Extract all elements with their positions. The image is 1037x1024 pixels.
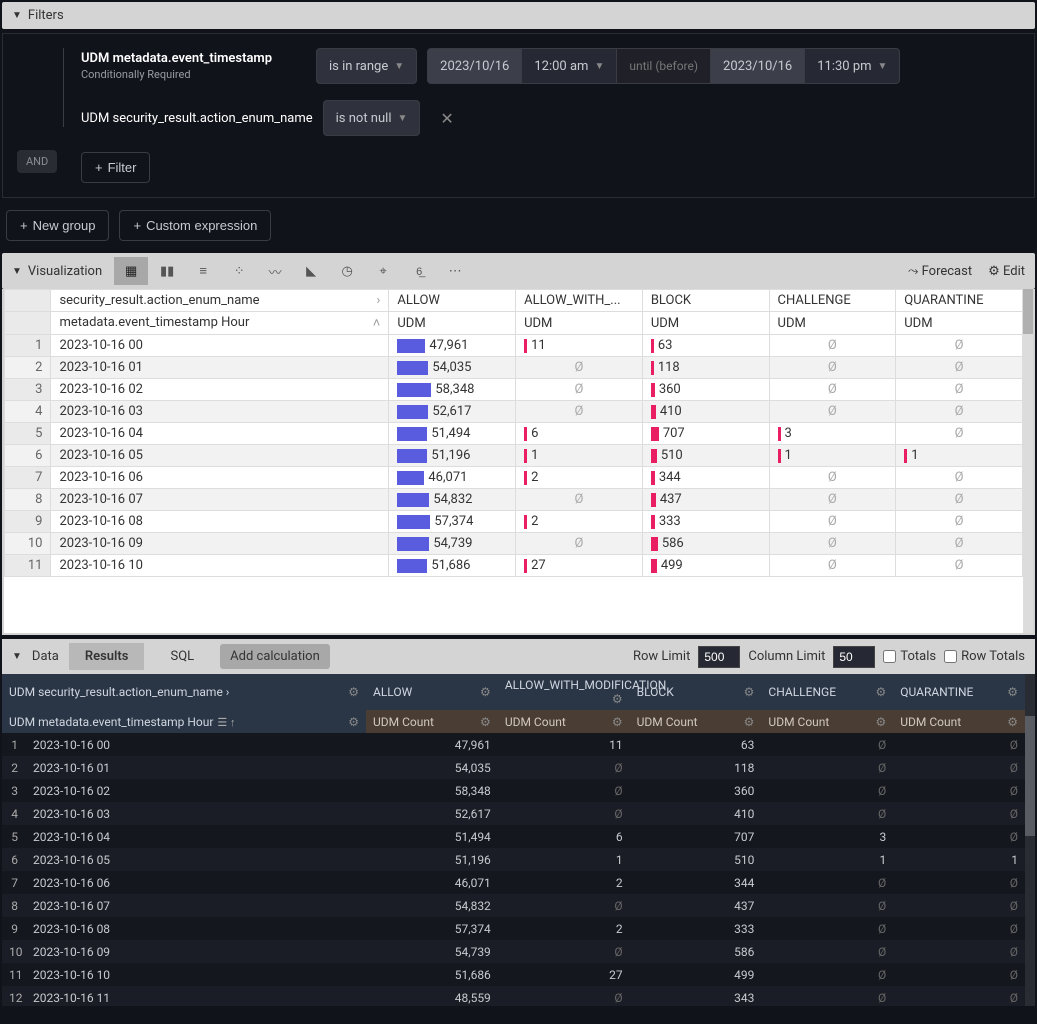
filter-operator-label: is in range (329, 59, 388, 74)
visualization-header: ▼ Visualization ▦ ▮▮ ≡ ⁘ 〰 ◣ ◷ ⌖ 6̲ ⋯ ⤳ … (2, 253, 1035, 289)
filters-title: Filters (28, 8, 64, 23)
area-viz-icon[interactable]: ◣ (294, 257, 328, 285)
table-viz-icon[interactable]: ▦ (114, 257, 148, 285)
edit-button[interactable]: ⚙ Edit (988, 264, 1025, 279)
add-filter-label: Filter (108, 160, 137, 175)
filter-actions: + New group + Custom expression (2, 198, 1035, 253)
settings-icon: ⚙ (988, 264, 1000, 279)
add-filter-button[interactable]: + Filter (81, 152, 150, 183)
bar-viz-icon[interactable]: ≡ (186, 257, 220, 285)
new-group-label: New group (33, 218, 96, 233)
row-totals-checkbox-input[interactable] (944, 650, 957, 663)
filter-field-name: UDM metadata.event_timestamp (81, 51, 306, 66)
single-value-viz-icon[interactable]: 6̲ (402, 257, 436, 285)
filters-header[interactable]: ▼ Filters (2, 2, 1035, 29)
filter-until-label: until (before) (617, 48, 711, 84)
add-calculation-button[interactable]: Add calculation (220, 644, 330, 669)
plus-icon: + (95, 160, 103, 175)
row-limit-input[interactable] (698, 646, 740, 668)
totals-checkbox[interactable]: Totals (883, 649, 936, 664)
filter-date-from[interactable]: 2023/10/16 (427, 48, 522, 84)
forecast-icon: ⤳ (908, 264, 918, 279)
date-to-value: 2023/10/16 (723, 59, 792, 74)
line-viz-icon[interactable]: 〰 (258, 257, 292, 285)
caret-down-icon[interactable]: ▼ (12, 651, 22, 662)
totals-label: Totals (900, 649, 936, 664)
until-text: until (before) (629, 59, 698, 73)
caret-down-icon: ▼ (12, 10, 22, 21)
visualization-title: Visualization (28, 264, 102, 279)
map-viz-icon[interactable]: ⌖ (366, 257, 400, 285)
and-badge: AND (17, 150, 57, 173)
column-limit-label: Column Limit (748, 649, 825, 664)
filter-field-name: UDM security_result.action_enum_name (81, 111, 313, 126)
totals-checkbox-input[interactable] (883, 650, 896, 663)
time-from-value: 12:00 am (534, 59, 588, 74)
new-group-button[interactable]: + New group (6, 210, 109, 241)
tab-results[interactable]: Results (69, 643, 145, 670)
filter-label: UDM metadata.event_timestamp Conditional… (81, 51, 306, 81)
filter-row-timestamp: UDM metadata.event_timestamp Conditional… (55, 48, 1020, 84)
plus-icon: + (20, 218, 28, 233)
filter-operator-select[interactable]: is not null ▼ (323, 100, 421, 136)
filter-row-action: UDM security_result.action_enum_name is … (55, 100, 1020, 136)
caret-down-icon[interactable]: ▼ (12, 266, 22, 277)
plus-icon: + (133, 218, 141, 233)
row-limit-label: Row Limit (633, 649, 690, 664)
column-viz-icon[interactable]: ▮▮ (150, 257, 184, 285)
chevron-down-icon: ▼ (397, 113, 407, 124)
remove-filter-icon[interactable]: ✕ (440, 109, 453, 128)
forecast-label: Forecast (922, 264, 972, 279)
forecast-button[interactable]: ⤳ Forecast (908, 264, 972, 279)
data-scrollbar[interactable] (1025, 674, 1035, 1006)
chevron-down-icon: ▼ (594, 61, 604, 72)
data-table: UDM security_result.action_enum_name › ⚙… (2, 674, 1025, 1006)
scrollbar-thumb[interactable] (1025, 716, 1035, 836)
filter-operator-label: is not null (336, 111, 392, 126)
filter-field-sublabel: Conditionally Required (81, 68, 306, 81)
filter-time-to[interactable]: 11:30 pm ▼ (805, 48, 900, 84)
custom-expression-label: Custom expression (146, 218, 257, 233)
filters-body: AND UDM metadata.event_timestamp Conditi… (2, 33, 1035, 198)
filter-label: UDM security_result.action_enum_name (81, 111, 313, 126)
viz-scrollbar[interactable] (1023, 289, 1033, 633)
row-totals-checkbox[interactable]: Row Totals (944, 649, 1025, 664)
chevron-down-icon: ▼ (878, 61, 888, 72)
column-limit-input[interactable] (833, 646, 875, 668)
filter-date-to[interactable]: 2023/10/16 (711, 48, 805, 84)
data-title: Data (32, 649, 59, 664)
more-viz-icon[interactable]: ⋯ (438, 257, 472, 285)
date-from-value: 2023/10/16 (440, 59, 509, 74)
time-to-value: 11:30 pm (817, 59, 871, 74)
filter-tree-line (63, 48, 64, 127)
visualization-body: security_result.action_enum_name ›ALLOWA… (2, 289, 1035, 635)
timeline-viz-icon[interactable]: ◷ (330, 257, 364, 285)
visualization-table: security_result.action_enum_name ›ALLOWA… (4, 289, 1023, 577)
scrollbar-thumb[interactable] (1023, 289, 1033, 334)
filter-time-from[interactable]: 12:00 am ▼ (522, 48, 617, 84)
edit-label: Edit (1003, 264, 1025, 279)
custom-expression-button[interactable]: + Custom expression (119, 210, 271, 241)
tab-sql[interactable]: SQL (154, 643, 210, 670)
data-body: UDM security_result.action_enum_name › ⚙… (2, 674, 1035, 1006)
chevron-down-icon: ▼ (394, 61, 404, 72)
scatter-viz-icon[interactable]: ⁘ (222, 257, 256, 285)
row-totals-label: Row Totals (961, 649, 1025, 664)
data-header: ▼ Data Results SQL Add calculation Row L… (2, 639, 1035, 674)
filter-operator-select[interactable]: is in range ▼ (316, 48, 417, 84)
